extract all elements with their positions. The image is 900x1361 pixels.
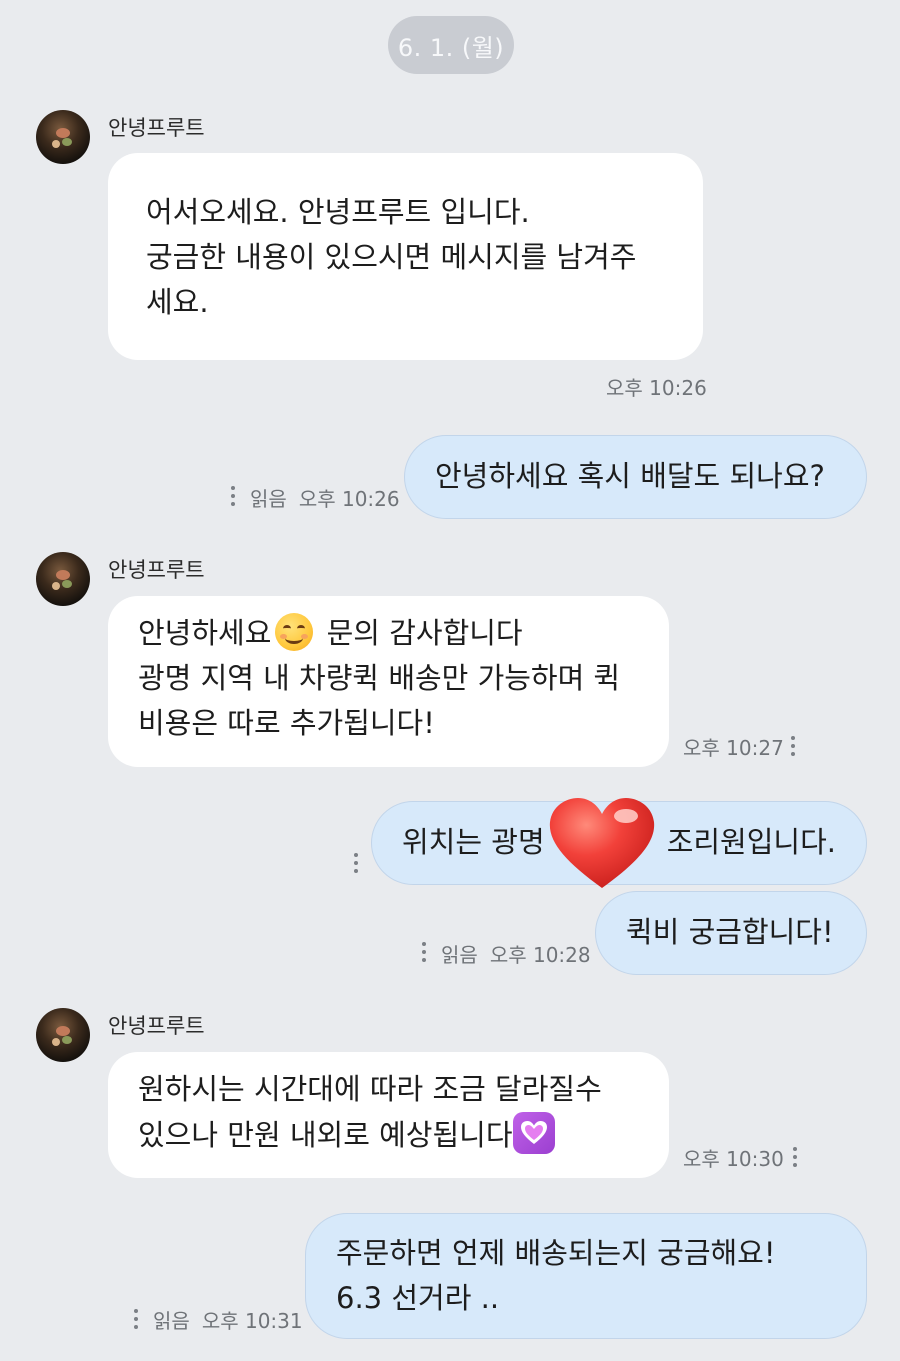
message-line: 있으나 만원 내외로 예상됩니다: [138, 1112, 669, 1158]
outgoing-message-bubble[interactable]: 안녕하세요 혹시 배달도 되나요?: [404, 435, 867, 519]
message-line: 비용은 따로 추가됩니다!: [138, 706, 435, 740]
read-label: 읽음: [153, 1309, 190, 1333]
heart-reaction-icon[interactable]: [546, 796, 658, 896]
sender-name: 안녕프루트: [108, 558, 205, 582]
date-divider: 6. 1. (월): [388, 16, 514, 74]
avatar[interactable]: [36, 1008, 90, 1062]
message-time: 오후 10:27: [683, 736, 784, 760]
outgoing-message-bubble[interactable]: 주문하면 언제 배송되는지 궁금해요! 6.3 선거라 ..: [305, 1213, 867, 1339]
purple-heart-emoji: [512, 1112, 555, 1154]
message-text: 위치는 광명: [402, 825, 545, 859]
message-text: 있으나 만원 내외로 예상됩니다: [138, 1118, 513, 1152]
read-label: 읽음: [441, 943, 478, 967]
avatar[interactable]: [36, 552, 90, 606]
vertical-dots-icon[interactable]: [230, 486, 236, 510]
message-time: 오후 10:28: [489, 943, 591, 967]
message-text: 퀵비 궁금합니다!: [626, 915, 834, 949]
message-line: 6.3 선거라 ..: [336, 1281, 500, 1315]
message-line: 궁금한 내용이 있으시면 메시지를 남겨주: [146, 240, 637, 274]
outgoing-message-bubble[interactable]: 퀵비 궁금합니다!: [595, 891, 867, 975]
message-time: 오후 10:30: [683, 1147, 784, 1171]
vertical-dots-icon[interactable]: [790, 736, 796, 760]
message-time: 오후 10:31: [201, 1309, 303, 1333]
read-receipt-row: 읽음 오후 10:26: [250, 483, 400, 512]
sender-name: 안녕프루트: [108, 116, 205, 140]
message-text: 안녕하세요 혹시 배달도 되나요?: [435, 459, 825, 493]
message-time: 오후 10:26: [606, 376, 707, 400]
message-line: 안녕하세요 문의 감사합니다: [138, 611, 669, 656]
read-receipt-row: 읽음 오후 10:31: [153, 1305, 303, 1334]
incoming-message-bubble[interactable]: 안녕하세요 문의 감사합니다 광명 지역 내 차량퀵 배송만 가능하며 퀵 비용…: [108, 596, 669, 767]
sender-name: 안녕프루트: [108, 1014, 205, 1038]
message-line: 원하시는 시간대에 따라 조금 달라질수: [138, 1072, 602, 1106]
vertical-dots-icon[interactable]: [133, 1309, 139, 1333]
read-label: 읽음: [250, 487, 287, 511]
message-line: 광명 지역 내 차량퀵 배송만 가능하며 퀵: [138, 661, 621, 695]
vertical-dots-icon[interactable]: [792, 1147, 798, 1171]
vertical-dots-icon[interactable]: [353, 853, 359, 877]
message-line: 어서오세요. 안녕프루트 입니다.: [146, 195, 530, 229]
message-line: 주문하면 언제 배송되는지 궁금해요!: [336, 1236, 776, 1270]
message-text: 조리원입니다.: [666, 825, 836, 859]
message-text: 문의 감사합니다: [326, 616, 523, 650]
vertical-dots-icon[interactable]: [421, 942, 427, 966]
read-receipt-row: 읽음 오후 10:28: [441, 939, 591, 968]
avatar[interactable]: [36, 110, 90, 164]
message-line: 세요.: [146, 285, 209, 319]
message-time: 오후 10:26: [298, 487, 400, 511]
incoming-message-bubble[interactable]: 어서오세요. 안녕프루트 입니다. 궁금한 내용이 있으시면 메시지를 남겨주 …: [108, 153, 703, 360]
message-text: 안녕하세요: [138, 616, 272, 650]
incoming-message-bubble[interactable]: 원하시는 시간대에 따라 조금 달라질수 있으나 만원 내외로 예상됩니다: [108, 1052, 669, 1178]
smiling-face-emoji: [275, 613, 314, 651]
